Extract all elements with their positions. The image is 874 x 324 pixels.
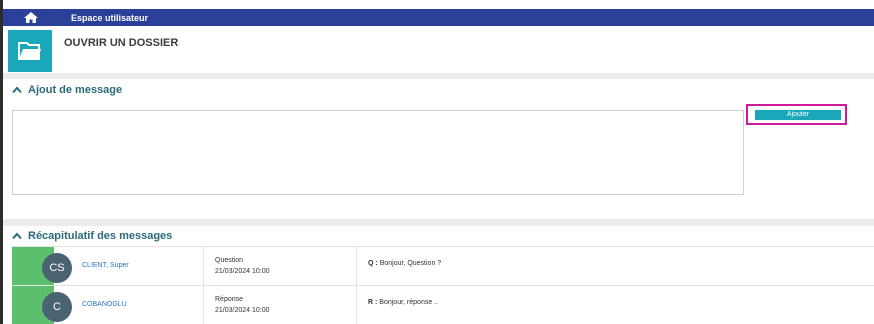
message-row: C COBANOGLU Réponse 21/03/2024 10:00 R :…: [12, 285, 874, 324]
add-message-title: Ajout de message: [28, 84, 123, 96]
message-type: Réponse: [215, 296, 244, 303]
author-link[interactable]: COBANOGLU: [82, 301, 127, 308]
chevron-up-icon: [12, 86, 22, 94]
section-divider: [3, 219, 874, 226]
avatar: CS: [42, 253, 72, 283]
message-type: Question: [215, 257, 244, 264]
add-button[interactable]: Ajouter: [755, 110, 841, 120]
top-bar: Espace utilisateur: [3, 9, 874, 26]
message-input[interactable]: [12, 110, 744, 195]
message-body: Bonjour, Question ?: [379, 260, 442, 267]
folder-tile: [8, 30, 52, 72]
message-row: CS CLIENT, Super Question 21/03/2024 10:…: [12, 246, 874, 285]
message-text: R : Bonjour, réponse ..: [368, 299, 438, 306]
page-title: OUVRIR UN DOSSIER: [64, 37, 179, 49]
section-divider: [3, 73, 874, 79]
home-icon[interactable]: [3, 9, 59, 26]
message-prefix: R :: [368, 299, 378, 306]
topbar-title[interactable]: Espace utilisateur: [71, 13, 148, 23]
chevron-up-icon: [12, 232, 22, 240]
message-body: Bonjour, réponse ..: [379, 299, 439, 306]
avatar: C: [42, 292, 72, 322]
message-prefix: Q :: [368, 260, 378, 267]
column-divider: [356, 247, 357, 285]
summary-title: Récapitulatif des messages: [28, 230, 173, 242]
message-date: 21/03/2024 10:00: [215, 268, 270, 275]
add-message-header[interactable]: Ajout de message: [12, 84, 122, 96]
message-text: Q : Bonjour, Question ?: [368, 260, 441, 267]
open-folder-icon: [18, 42, 41, 60]
folder-header: OUVRIR UN DOSSIER: [3, 29, 874, 73]
message-date: 21/03/2024 10:00: [215, 307, 270, 314]
summary-header[interactable]: Récapitulatif des messages: [12, 230, 172, 242]
column-divider: [203, 247, 204, 285]
column-divider: [356, 286, 357, 324]
author-link[interactable]: CLIENT, Super: [82, 262, 129, 269]
column-divider: [203, 286, 204, 324]
